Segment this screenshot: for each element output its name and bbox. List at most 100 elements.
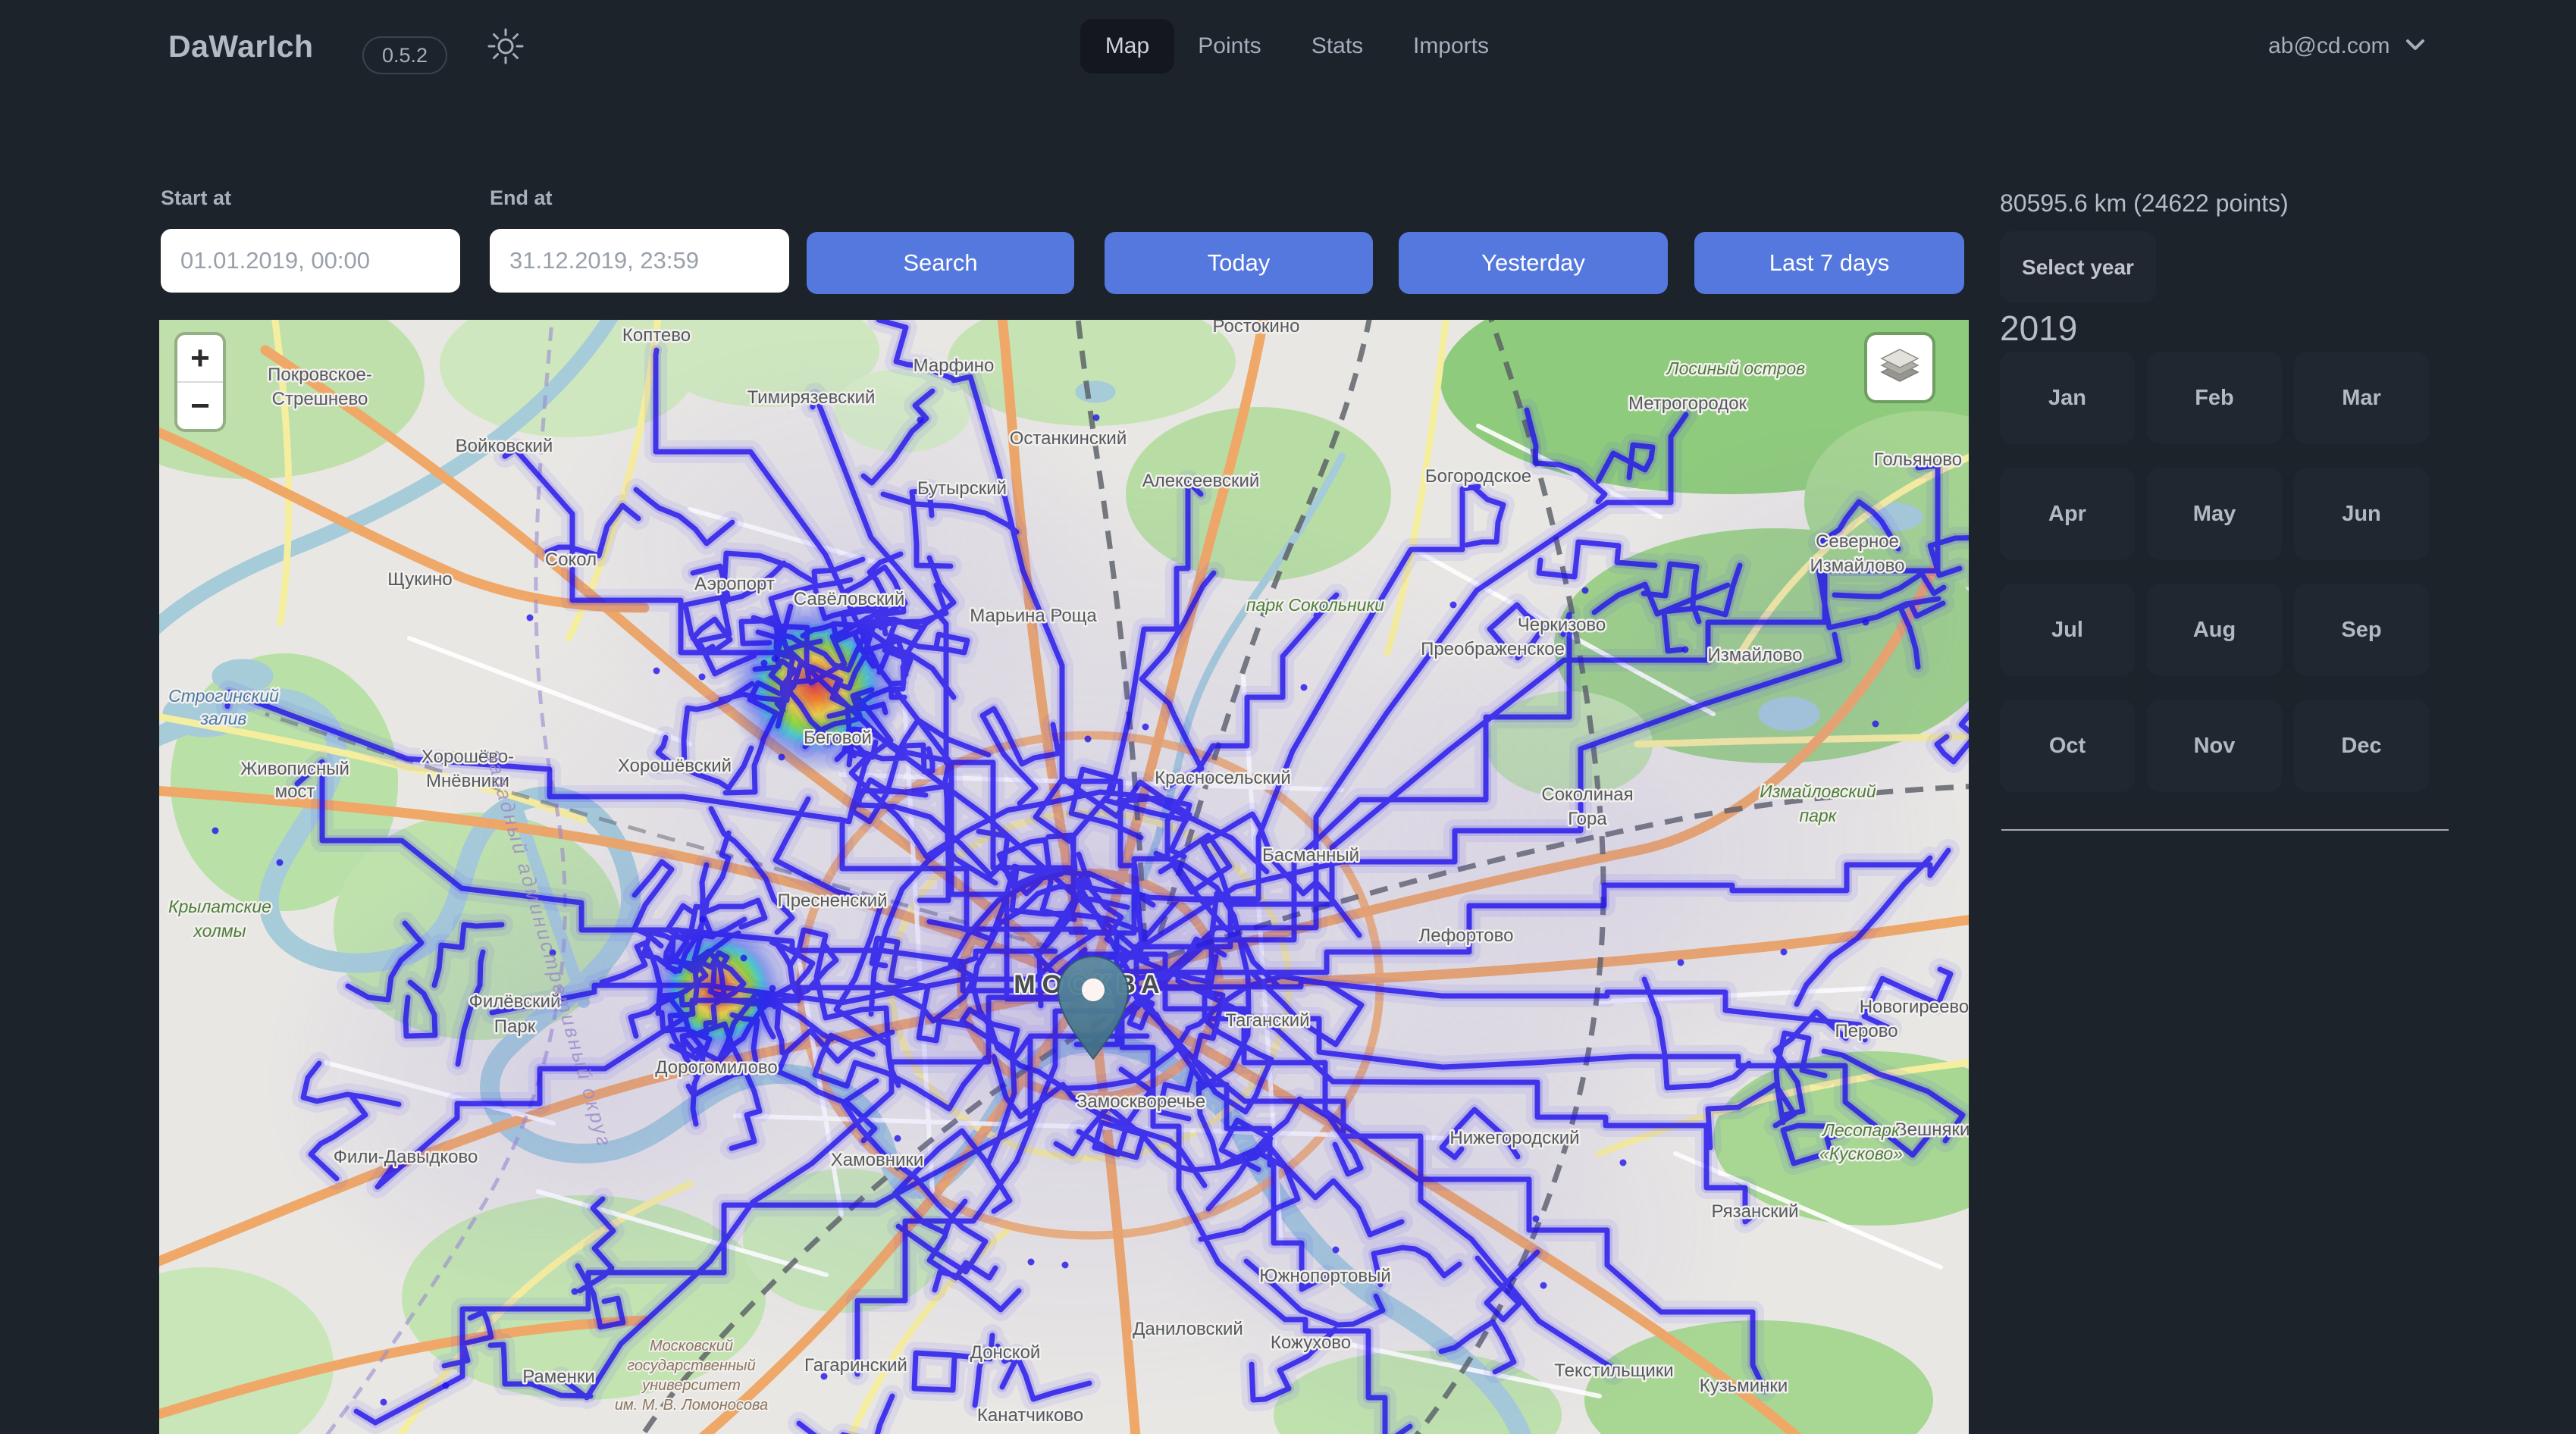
tab-stats[interactable]: Stats — [1298, 19, 1377, 74]
map-label: Парк — [494, 1016, 536, 1037]
tab-map[interactable]: Map — [1080, 19, 1174, 74]
track-dot — [699, 674, 706, 681]
map-label: Нижегородский — [1449, 1128, 1579, 1148]
track-dot — [1028, 1259, 1035, 1266]
map-label: Кузьминки — [1700, 1376, 1788, 1396]
track-dot — [1062, 1262, 1069, 1269]
track-dot — [1540, 1282, 1547, 1289]
end-at-label: End at — [490, 186, 553, 210]
map-label: парк — [1799, 806, 1837, 825]
yesterday-button[interactable]: Yesterday — [1399, 232, 1668, 294]
tab-points[interactable]: Points — [1186, 19, 1273, 74]
month-button-dec[interactable]: Dec — [2294, 700, 2429, 792]
track-dot — [527, 615, 534, 622]
map-label: Метрогородок — [1628, 393, 1747, 414]
map-label: Сокол — [545, 549, 597, 570]
map-label: Красносельский — [1155, 768, 1291, 788]
app-logo[interactable]: DaWarIch — [168, 29, 314, 64]
track-dot — [212, 828, 219, 834]
month-button-feb[interactable]: Feb — [2147, 352, 2282, 444]
user-menu[interactable]: ab@cd.com — [2268, 19, 2428, 74]
track-dot — [761, 660, 768, 667]
map-label: Лесопарк — [1821, 1120, 1901, 1140]
map-label: Замоскворечье — [1076, 1091, 1205, 1112]
map-label: Московский — [650, 1338, 733, 1354]
map-label: Ростокино — [1213, 320, 1300, 337]
map-label: Войковский — [456, 436, 553, 456]
month-button-apr[interactable]: Apr — [2000, 468, 2135, 560]
track-dot — [1093, 415, 1100, 421]
map-label: Стрешнево — [272, 389, 368, 409]
map-label: Покровское- — [268, 365, 372, 385]
track-dot — [653, 668, 660, 675]
track-dot — [572, 1288, 578, 1295]
select-year-button[interactable]: Select year — [2000, 231, 2156, 303]
map-label: Гора — [1568, 809, 1607, 829]
map-label: Дорогомилово — [655, 1057, 778, 1078]
tab-imports[interactable]: Imports — [1399, 19, 1503, 74]
year-heading: 2019 — [2000, 308, 2077, 349]
search-button[interactable]: Search — [807, 232, 1074, 294]
track-dot — [1333, 1247, 1340, 1254]
map-label: холмы — [193, 921, 246, 941]
map-label: Измайловский — [1760, 781, 1876, 801]
month-button-mar[interactable]: Mar — [2294, 352, 2429, 444]
version-badge: 0.5.2 — [362, 36, 447, 74]
map-label: Южнопортовый — [1259, 1266, 1391, 1286]
map-label: Вешняки — [1895, 1119, 1969, 1140]
map-label: Новогиреево — [1860, 997, 1969, 1017]
track-dot — [1450, 602, 1457, 609]
map-label: Марьина Роща — [970, 606, 1097, 626]
map-canvas[interactable]: РостокиноКоптевоПокровское-СтрешневоТими… — [159, 320, 1969, 1434]
today-button[interactable]: Today — [1105, 232, 1373, 294]
month-button-aug[interactable]: Aug — [2147, 584, 2282, 676]
map-label: Живописный — [240, 759, 349, 779]
track-dot — [1678, 960, 1684, 966]
month-button-nov[interactable]: Nov — [2147, 700, 2282, 792]
map-label: государственный — [627, 1357, 755, 1374]
track-dot — [769, 985, 776, 992]
last-7-days-button[interactable]: Last 7 days — [1694, 232, 1964, 294]
user-email: ab@cd.com — [2268, 33, 2390, 59]
month-button-may[interactable]: May — [2147, 468, 2282, 560]
track-dot — [1533, 1216, 1540, 1223]
map-label: Лефортово — [1419, 925, 1514, 946]
end-at-input[interactable] — [490, 229, 789, 293]
zoom-in-button[interactable]: + — [177, 335, 223, 381]
map-label: Тимирязевский — [747, 387, 876, 408]
map-label: Черкизово — [1518, 615, 1606, 635]
map-label: Измайлово — [1708, 645, 1803, 665]
map-label: «Кусково» — [1819, 1144, 1903, 1163]
track-dot — [1781, 949, 1788, 956]
month-button-oct[interactable]: Oct — [2000, 700, 2135, 792]
track-dot — [1872, 721, 1879, 728]
start-at-label: Start at — [161, 186, 231, 210]
map-label: Басманный — [1262, 845, 1359, 866]
month-grid: Jan Feb Mar Apr May Jun Jul Aug Sep Oct … — [2000, 352, 2429, 792]
zoom-out-button[interactable]: − — [177, 383, 223, 429]
map-label: Беговой — [804, 728, 872, 748]
month-button-sep[interactable]: Sep — [2294, 584, 2429, 676]
map-label: Раменки — [522, 1367, 595, 1387]
map-label: Северное — [1816, 531, 1899, 552]
track-dot — [1620, 1160, 1627, 1166]
map-label: Даниловский — [1133, 1319, 1243, 1339]
map-label: Кожухово — [1271, 1332, 1351, 1353]
map-label: Богородское — [1425, 466, 1531, 487]
map-label: Пресненский — [777, 891, 887, 911]
track-dot — [779, 754, 785, 761]
map-label: Филёвский — [469, 991, 561, 1012]
start-at-input[interactable] — [161, 229, 460, 293]
sun-icon — [486, 27, 525, 70]
map-label: Гольяново — [1874, 449, 1962, 470]
sidebar-divider — [2001, 829, 2449, 831]
month-button-jan[interactable]: Jan — [2000, 352, 2135, 444]
map-label: Перово — [1835, 1021, 1898, 1041]
month-button-jun[interactable]: Jun — [2294, 468, 2429, 560]
map-label: Гагаринский — [804, 1355, 907, 1376]
track-dot — [443, 1382, 450, 1389]
layers-control-button[interactable] — [1867, 335, 1932, 400]
theme-toggle-button[interactable] — [484, 26, 528, 70]
month-button-jul[interactable]: Jul — [2000, 584, 2135, 676]
track-dot — [741, 955, 747, 962]
